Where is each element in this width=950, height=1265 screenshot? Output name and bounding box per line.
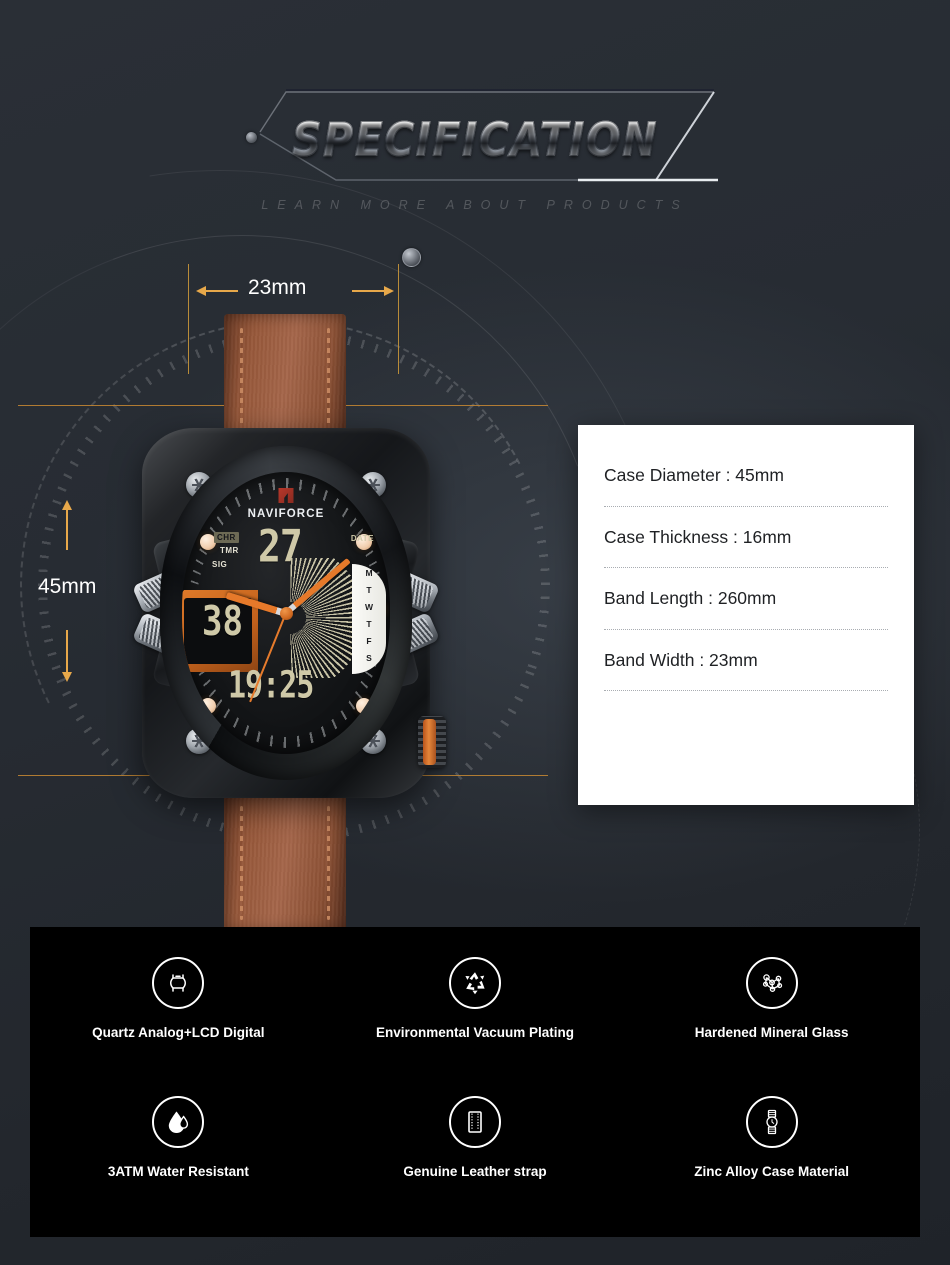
watch-dial: NAVIFORCE CHR DATE TMR SIG 27 M T W T F … — [182, 472, 390, 754]
feature-label: Hardened Mineral Glass — [694, 1025, 849, 1040]
feature-item: Hardened Mineral Glass — [623, 949, 920, 1088]
feature-item: Environmental Vacuum Plating — [327, 949, 624, 1088]
page-title: SPECIFICATION — [0, 113, 950, 168]
spec-row: Case Diameter : 45mm — [604, 465, 888, 507]
watch-crown — [418, 716, 446, 768]
spec-case-thickness: Case Thickness : 16mm — [604, 526, 792, 547]
feature-item: 3ATM Water Resistant — [30, 1088, 327, 1227]
spec-band-length: Band Length : 260mm — [604, 588, 777, 608]
product-image-area: 23mm 45mm NAVIFORCE CHR DATE TMR SIG 27 … — [0, 250, 560, 932]
arrow-down-diameter — [62, 630, 72, 682]
spec-case-diameter: Case Diameter : 45mm — [604, 465, 784, 485]
leather-strap-icon — [448, 1096, 501, 1148]
recycle-icon — [448, 957, 501, 1009]
feature-label: Quartz Analog+LCD Digital — [92, 1025, 265, 1040]
feature-item: Genuine Leather strap — [327, 1088, 624, 1227]
band-width-label: 23mm — [248, 276, 307, 299]
page-subtitle: LEARN MORE ABOUT PRODUCTS — [261, 198, 689, 212]
spec-row: Case Thickness : 16mm — [604, 526, 888, 568]
case-diameter-label: 45mm — [38, 575, 97, 598]
feature-label: Environmental Vacuum Plating — [375, 1025, 575, 1040]
feature-label: Genuine Leather strap — [403, 1164, 547, 1179]
features-grid: Quartz Analog+LCD Digital Environmental … — [30, 927, 920, 1237]
spec-divider — [604, 690, 888, 691]
lcd-label-date: DATE — [350, 534, 374, 543]
lcd-label-sig: SIG — [212, 560, 228, 569]
hands-pivot — [279, 606, 293, 620]
lcd-label-chr: CHR — [214, 532, 239, 543]
page-header: SPECIFICATION LEARN MORE ABOUT PRODUCTS — [0, 80, 950, 267]
molecule-icon — [745, 957, 798, 1009]
feature-label: Zinc Alloy Case Material — [694, 1164, 850, 1179]
lcd-subdial-value: 38 — [202, 598, 243, 646]
watch-product-illustration: NAVIFORCE CHR DATE TMR SIG 27 M T W T F … — [120, 300, 450, 932]
watch-band-bottom — [224, 792, 346, 932]
arrow-right-bandwidth — [352, 286, 394, 296]
spec-divider — [604, 505, 888, 507]
spec-divider — [604, 567, 888, 568]
page-background: SPECIFICATION LEARN MORE ABOUT PRODUCTS … — [0, 0, 950, 1265]
watch-case-icon — [152, 957, 205, 1009]
arrow-up-diameter — [62, 500, 72, 550]
spec-row: Band Width : 23mm — [604, 649, 888, 691]
water-drop-icon — [152, 1096, 205, 1148]
feature-item: Quartz Analog+LCD Digital — [30, 949, 327, 1088]
spec-divider — [604, 628, 888, 630]
feature-item: Zinc Alloy Case Material — [623, 1088, 920, 1227]
spec-row: Band Length : 260mm — [604, 588, 888, 630]
specification-card: Case Diameter : 45mm Case Thickness : 16… — [570, 419, 922, 813]
lcd-time-value: 19:25 — [228, 663, 314, 708]
arrow-left-bandwidth — [196, 286, 238, 296]
spec-band-width: Band Width : 23mm — [604, 649, 758, 670]
brand-name: NAVIFORCE — [247, 508, 325, 520]
day-of-week-scale: M T W T F S — [352, 564, 386, 674]
specification-list: Case Diameter : 45mm Case Thickness : 16… — [578, 425, 914, 691]
lcd-label-tmr: TMR — [220, 546, 239, 555]
feature-label: 3ATM Water Resistant — [107, 1164, 249, 1179]
wristwatch-icon — [745, 1096, 798, 1148]
features-panel: Quartz Analog+LCD Digital Environmental … — [30, 927, 920, 1237]
